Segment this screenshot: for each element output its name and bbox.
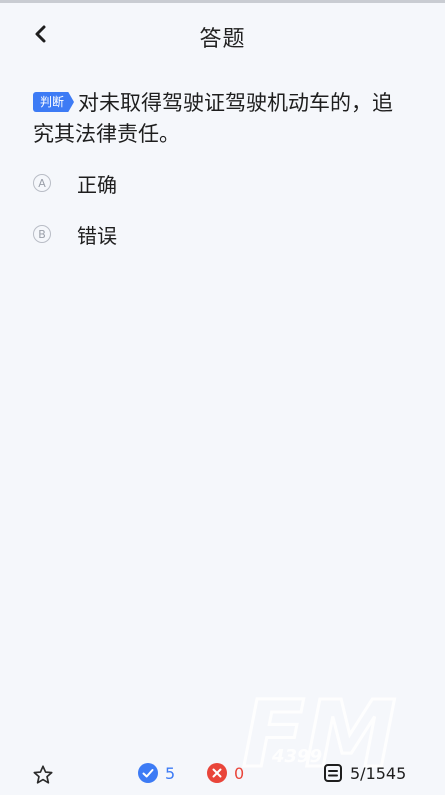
correct-count-value: 5 xyxy=(165,763,176,783)
question-progress[interactable]: 5/1545 xyxy=(323,763,406,783)
option-a[interactable]: A 正确 xyxy=(33,168,117,198)
progress-value: 5/1545 xyxy=(350,763,407,783)
x-circle-icon xyxy=(207,763,227,783)
wrong-count-value: 0 xyxy=(234,763,245,783)
list-icon xyxy=(324,764,342,782)
question-type-tag: 判断 xyxy=(33,92,75,112)
page-title: 答题 xyxy=(199,27,246,52)
wrong-count[interactable]: 0 xyxy=(207,763,244,783)
question: 判断 对未取得驾驶证驾驶机动车的，追究其法律责任。 xyxy=(33,88,413,150)
favorite-button[interactable] xyxy=(32,764,54,786)
header: 答题 xyxy=(0,3,445,63)
check-circle-icon xyxy=(138,763,158,783)
option-letter: A xyxy=(33,174,51,192)
option-letter: B xyxy=(33,225,51,243)
correct-count[interactable]: 5 xyxy=(138,763,175,783)
bottom-bar: 5 0 5/1545 xyxy=(0,750,445,795)
option-label: 错误 xyxy=(77,223,117,248)
star-icon xyxy=(33,765,53,784)
option-b[interactable]: B 错误 xyxy=(33,219,117,249)
question-text: 对未取得驾驶证驾驶机动车的，追究其法律责任。 xyxy=(33,91,394,146)
option-label: 正确 xyxy=(77,172,117,197)
